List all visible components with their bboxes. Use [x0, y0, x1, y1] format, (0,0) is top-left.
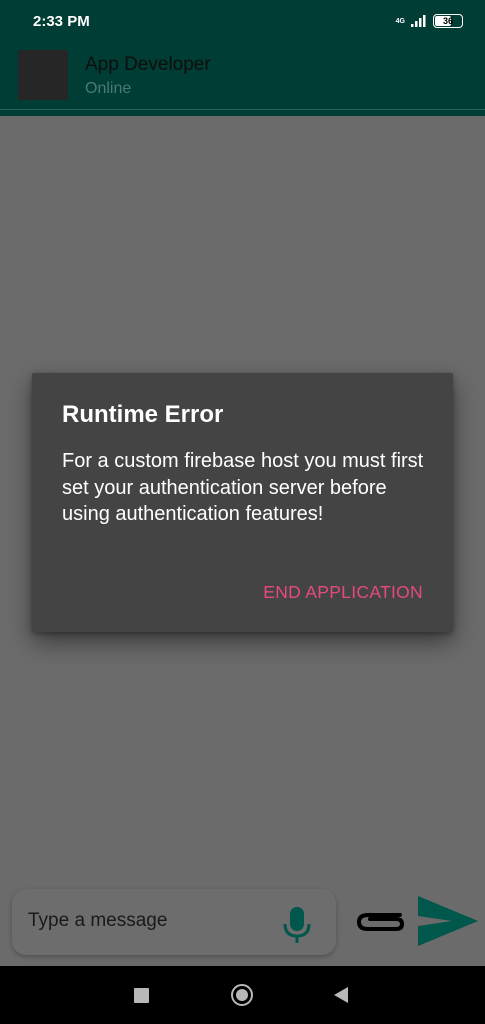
message-input[interactable]: Type a message — [12, 889, 336, 955]
home-icon[interactable] — [231, 984, 253, 1006]
system-nav-bar — [0, 966, 485, 1024]
paperclip-icon[interactable] — [354, 903, 406, 937]
mic-icon[interactable] — [280, 905, 314, 945]
battery-icon: 36 — [433, 14, 463, 28]
runtime-error-dialog: Runtime Error For a custom firebase host… — [32, 373, 453, 632]
end-application-button[interactable]: END APPLICATION — [263, 582, 423, 603]
header-divider — [0, 109, 485, 110]
message-placeholder: Type a message — [28, 910, 168, 931]
chat-header: App Developer Online — [0, 42, 485, 116]
contact-status: Online — [85, 80, 132, 97]
status-time: 2:33 PM — [33, 12, 90, 30]
status-icons: 4G 36 — [396, 14, 463, 28]
contact-name[interactable]: App Developer — [85, 54, 211, 76]
dialog-title: Runtime Error — [62, 401, 224, 428]
network-type-label: 4G — [395, 17, 405, 25]
recent-apps-icon[interactable] — [134, 988, 149, 1003]
signal-icon — [411, 15, 426, 27]
back-icon[interactable] — [333, 986, 349, 1004]
dialog-message: For a custom firebase host you must firs… — [62, 450, 424, 525]
avatar[interactable] — [18, 50, 68, 100]
send-icon[interactable] — [416, 894, 480, 948]
status-bar: 2:33 PM 4G 36 — [0, 0, 485, 42]
battery-level: 36 — [442, 16, 453, 26]
